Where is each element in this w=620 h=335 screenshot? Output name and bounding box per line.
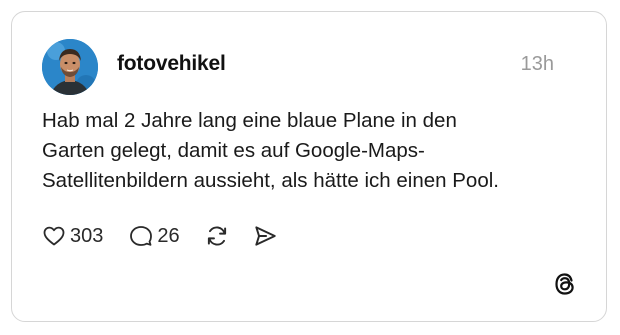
like-count: 303	[70, 224, 104, 247]
username[interactable]: fotovehikel	[117, 52, 226, 76]
send-icon	[252, 223, 278, 249]
repost-button[interactable]	[204, 223, 230, 249]
action-bar: 303 26	[42, 221, 278, 251]
repost-icon	[204, 223, 230, 249]
avatar[interactable]	[42, 39, 98, 95]
like-button[interactable]: 303	[42, 224, 103, 248]
comment-icon	[129, 224, 153, 248]
share-button[interactable]	[252, 223, 278, 249]
threads-logo-icon[interactable]	[552, 271, 578, 297]
reply-button[interactable]: 26	[129, 224, 180, 248]
post-text: Hab mal 2 Jahre lang eine blaue Plane in…	[42, 106, 572, 196]
post-text-line: Garten gelegt, damit es auf Google-Maps-	[42, 139, 425, 162]
post-text-line: Hab mal 2 Jahre lang eine blaue Plane in…	[42, 109, 457, 132]
timestamp: 13h	[520, 53, 554, 75]
post-text-line: Satellitenbildern aussieht, als hätte ic…	[42, 169, 499, 192]
post-card: fotovehikel 13h Hab mal 2 Jahre lang ein…	[11, 11, 607, 322]
heart-icon	[42, 224, 66, 248]
reply-count: 26	[157, 224, 180, 247]
